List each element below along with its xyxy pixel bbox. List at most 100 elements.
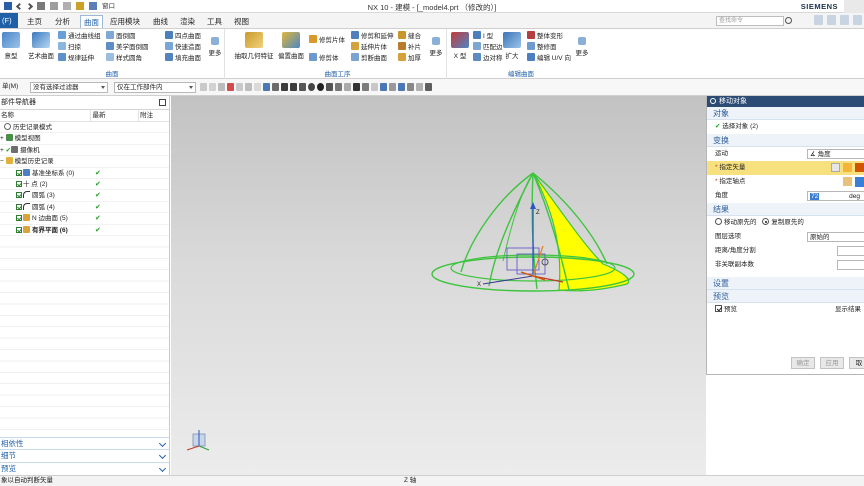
swept-button[interactable]: 扫掠 bbox=[58, 42, 81, 53]
window-controls[interactable] bbox=[844, 0, 864, 13]
maximize-panel-icon[interactable] bbox=[159, 99, 166, 106]
close-icon[interactable] bbox=[853, 15, 862, 25]
enlarge-button[interactable]: 扩大 bbox=[501, 32, 523, 60]
fill-surface-button[interactable]: 填充曲面 bbox=[165, 53, 201, 64]
edge-symmetry-button[interactable]: 边对称 bbox=[473, 53, 503, 64]
refit-face-button[interactable]: 整修面 bbox=[527, 42, 557, 53]
face-blend-button[interactable]: 面倒圆 bbox=[106, 31, 136, 42]
tree-item-n-sided-surface[interactable]: N 边曲面 (5) ✔ bbox=[0, 213, 169, 225]
x-form-button[interactable]: X 型 bbox=[449, 32, 471, 60]
render-style-icon[interactable] bbox=[398, 83, 405, 91]
dialog-titlebar[interactable]: 移动对象 bbox=[707, 96, 864, 107]
global-shaping-button[interactable]: 整体变形 bbox=[527, 31, 563, 42]
edit-section-icon[interactable] bbox=[407, 83, 414, 91]
tree-item-point[interactable]: 十 点 (2) ✔ bbox=[0, 179, 169, 191]
stop-icon[interactable] bbox=[353, 83, 360, 91]
tree-item-history-mode[interactable]: 历史记录模式 bbox=[0, 122, 169, 134]
none-icon[interactable] bbox=[344, 83, 351, 91]
tree-item-arc-3[interactable]: 圆弧 (3) ✔ bbox=[0, 190, 169, 202]
checkbox-icon[interactable] bbox=[16, 169, 22, 176]
section-transform[interactable]: 变换 bbox=[707, 134, 864, 147]
edit-surface-more-button[interactable]: 更多 bbox=[573, 37, 591, 57]
studio-button[interactable]: 意型 bbox=[0, 32, 26, 60]
trim-body-button[interactable]: 修剪体 bbox=[309, 53, 339, 64]
tab-view[interactable]: 视图 bbox=[231, 15, 252, 28]
tree-item-bounded-plane[interactable]: 有界平面 (6) ✔ bbox=[0, 225, 169, 236]
reverse-direction-icon[interactable] bbox=[855, 163, 864, 172]
graphics-window[interactable]: Z X bbox=[171, 96, 706, 475]
view-orient-icon[interactable] bbox=[380, 83, 387, 91]
vector-dialog-icon[interactable] bbox=[831, 163, 840, 172]
offset-surface-button[interactable]: 偏置曲面 bbox=[275, 32, 307, 60]
tree-item-model-history[interactable]: − 模型历史记录 bbox=[0, 156, 169, 168]
edit-uv-direction-button[interactable]: 编辑 U/V 向 bbox=[527, 53, 571, 64]
tab-application[interactable]: 应用模块 bbox=[107, 15, 143, 28]
column-latest[interactable]: 最新 bbox=[91, 110, 140, 121]
i-form-button[interactable]: I 型 bbox=[473, 31, 493, 42]
center-icon[interactable] bbox=[308, 83, 315, 91]
extend-sheet-button[interactable]: 延伸片体 bbox=[351, 42, 387, 53]
studio-surface-button[interactable]: 艺术曲面 bbox=[26, 32, 56, 60]
arc-icon[interactable] bbox=[299, 83, 306, 91]
aesthetic-face-blend-button[interactable]: 美学面倒圆 bbox=[106, 42, 149, 53]
rapid-surfacing-button[interactable]: 快速造面 bbox=[165, 42, 201, 53]
thicken-button[interactable]: 加厚 bbox=[398, 53, 421, 64]
apply-button[interactable]: 应用 bbox=[820, 357, 844, 369]
tab-analysis[interactable]: 分析 bbox=[52, 15, 73, 28]
show-result-button[interactable]: 显示结果 bbox=[835, 303, 861, 317]
line-icon[interactable] bbox=[281, 83, 288, 91]
tree-item-model-views[interactable]: + 模型视图 bbox=[0, 133, 169, 145]
line2-icon[interactable] bbox=[290, 83, 297, 91]
panel-dependencies[interactable]: 相依性 bbox=[0, 436, 169, 450]
ok-button[interactable]: 确定 bbox=[791, 357, 815, 369]
panel-details[interactable]: 细节 bbox=[0, 449, 169, 462]
intersection-icon[interactable] bbox=[326, 83, 333, 91]
move-original-radio[interactable] bbox=[715, 218, 722, 225]
preview-checkbox[interactable] bbox=[715, 305, 722, 312]
section-preview[interactable]: 预览 bbox=[707, 290, 864, 303]
divide-face-button[interactable]: 剪断曲面 bbox=[351, 53, 387, 64]
surface-more-button[interactable]: 更多 bbox=[206, 37, 224, 57]
section-settings[interactable]: 设置 bbox=[707, 277, 864, 290]
minimize-ribbon-icon[interactable] bbox=[827, 15, 836, 25]
through-curve-mesh-button[interactable]: 通过曲线组 bbox=[58, 31, 101, 42]
tree-item-arc-4[interactable]: 圆弧 (4) ✔ bbox=[0, 202, 169, 214]
column-notes[interactable]: 附注 bbox=[139, 110, 169, 121]
surface-ops-more-button[interactable]: 更多 bbox=[427, 37, 445, 57]
point-icon[interactable] bbox=[317, 83, 324, 91]
inferred-vector-icon[interactable] bbox=[843, 163, 852, 172]
yellow-surface[interactable] bbox=[532, 172, 630, 292]
specify-vector-row[interactable]: * 指定矢量 bbox=[707, 161, 864, 175]
layer-option-select[interactable]: 原始的 bbox=[807, 232, 864, 242]
selection-scope-select[interactable]: 仅在工作部件内 bbox=[114, 82, 196, 93]
angle-input[interactable]: 72 deg bbox=[807, 191, 864, 201]
non-associative-copies-input[interactable] bbox=[837, 260, 864, 270]
checkbox-icon[interactable] bbox=[16, 226, 22, 233]
section-result[interactable]: 结果 bbox=[707, 203, 864, 216]
law-extension-button[interactable]: 规律延伸 bbox=[58, 53, 94, 64]
extract-geometry-button[interactable]: 抽取几何特征 bbox=[231, 32, 277, 60]
search-icon[interactable] bbox=[785, 17, 792, 24]
specify-axis-point-row[interactable]: * 指定轴点 bbox=[707, 175, 864, 189]
snap-icon[interactable] bbox=[200, 83, 207, 91]
motion-select[interactable]: ∡ 角度 bbox=[807, 149, 864, 159]
tab-curve[interactable]: 曲线 bbox=[150, 15, 171, 28]
command-search-input[interactable]: 查找命令 bbox=[716, 16, 784, 26]
checkbox-icon[interactable] bbox=[16, 192, 22, 199]
cancel-button[interactable]: 取 bbox=[849, 357, 864, 369]
tree-item-datum-csys[interactable]: 基准坐标系 (0) ✔ bbox=[0, 168, 169, 179]
existing-point-icon[interactable] bbox=[371, 83, 378, 91]
model-scene[interactable]: Z X bbox=[171, 96, 706, 475]
inferred-point-icon[interactable] bbox=[855, 177, 864, 187]
tab-render[interactable]: 渲染 bbox=[177, 15, 198, 28]
point-dialog-icon[interactable] bbox=[843, 177, 852, 186]
quadrant-icon[interactable] bbox=[335, 83, 342, 91]
curve-rule-icon[interactable] bbox=[245, 83, 252, 91]
trim-sheet-button[interactable]: 修剪片体 bbox=[309, 35, 345, 46]
panel-preview[interactable]: 预览 bbox=[0, 461, 169, 475]
tab-tools[interactable]: 工具 bbox=[204, 15, 225, 28]
column-name[interactable]: 名称 bbox=[0, 110, 92, 121]
box-select-icon[interactable] bbox=[254, 83, 261, 91]
select-object-row[interactable]: ✔ 选择对象 (2) bbox=[707, 120, 864, 134]
deselect-icon[interactable] bbox=[218, 83, 225, 91]
